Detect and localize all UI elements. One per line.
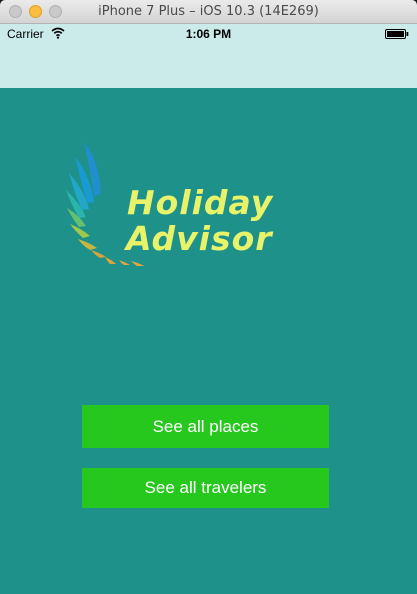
see-all-travelers-button[interactable]: See all travelers — [82, 468, 329, 508]
window-title: iPhone 7 Plus – iOS 10.3 (14E269) — [98, 4, 319, 19]
logo-text-holiday: Holiday — [127, 183, 274, 222]
simulator-window: iPhone 7 Plus – iOS 10.3 (14E269) Carrie… — [0, 0, 417, 594]
status-bar: Carrier 1:06 PM — [0, 24, 417, 44]
see-all-places-button[interactable]: See all places — [82, 405, 329, 448]
battery-icon — [385, 29, 409, 39]
app-logo: Holiday Advisor — [64, 140, 314, 270]
main-content: Holiday Advisor See all places See all t… — [0, 88, 417, 594]
navigation-bar — [0, 44, 417, 88]
logo-text-advisor: Advisor — [126, 219, 273, 258]
window-titlebar: iPhone 7 Plus – iOS 10.3 (14E269) — [0, 0, 417, 24]
clock: 1:06 PM — [185, 27, 232, 41]
